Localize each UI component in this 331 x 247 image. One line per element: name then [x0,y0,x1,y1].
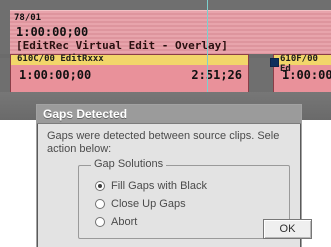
radio-button[interactable] [95,199,105,209]
dialog-title: Gaps Detected [43,107,128,121]
gap-solutions-group: Gap Solutions Fill Gaps with Black Close… [78,158,290,239]
radio-button[interactable] [95,181,105,191]
option-label: Fill Gaps with Black [111,180,207,192]
group-title: Gap Solutions [91,158,167,170]
clip-timecode: 1:00:00;00 [19,68,92,82]
overlay-name: [EditRec Virtual Edit - Overlay] [16,39,228,52]
radio-button[interactable] [95,217,105,227]
option-label: Abort [111,216,138,228]
option-close-up-gaps[interactable]: Close Up Gaps [95,197,186,211]
ok-button[interactable]: OK [263,219,312,239]
screen-frame: 78/01 1:00:00;00 [EditRec Virtual Edit -… [0,0,331,247]
option-fill-gaps-with-black[interactable]: Fill Gaps with Black [95,179,207,193]
dialog-title-bar: Gaps Detected [37,105,301,124]
option-label: Close Up Gaps [111,198,186,210]
clip-marker-icon [270,58,279,67]
option-abort[interactable]: Abort [95,215,137,229]
message-line-2: action below: [47,143,112,155]
timeline-panel: 78/01 1:00:00;00 [EditRec Virtual Edit -… [0,0,331,120]
timeline-clip-2[interactable]: 610F/00 Ed 1:00:00;00 [273,54,331,94]
overlay-track: 78/01 1:00:00;00 [EditRec Virtual Edit -… [10,10,331,55]
overlay-id: 78/01 [14,13,42,23]
message-line-1: Gaps were detected between source clips.… [47,130,280,142]
clip-duration: 2:51;26 [191,68,242,82]
timeline-clip-1[interactable]: 610C/00 EditRxxx 1:00:00;00 2:51;26 [10,54,249,94]
clip-id: 610C/00 EditRxxx [17,54,104,64]
overlay-timecode: 1:00:00;00 [16,25,89,39]
gaps-detected-dialog: Gaps Detected Gaps were detected between… [36,104,312,247]
dialog-message: Gaps were detected between source clips.… [47,130,297,156]
clip-timecode: 1:00:00;00 [282,68,331,82]
